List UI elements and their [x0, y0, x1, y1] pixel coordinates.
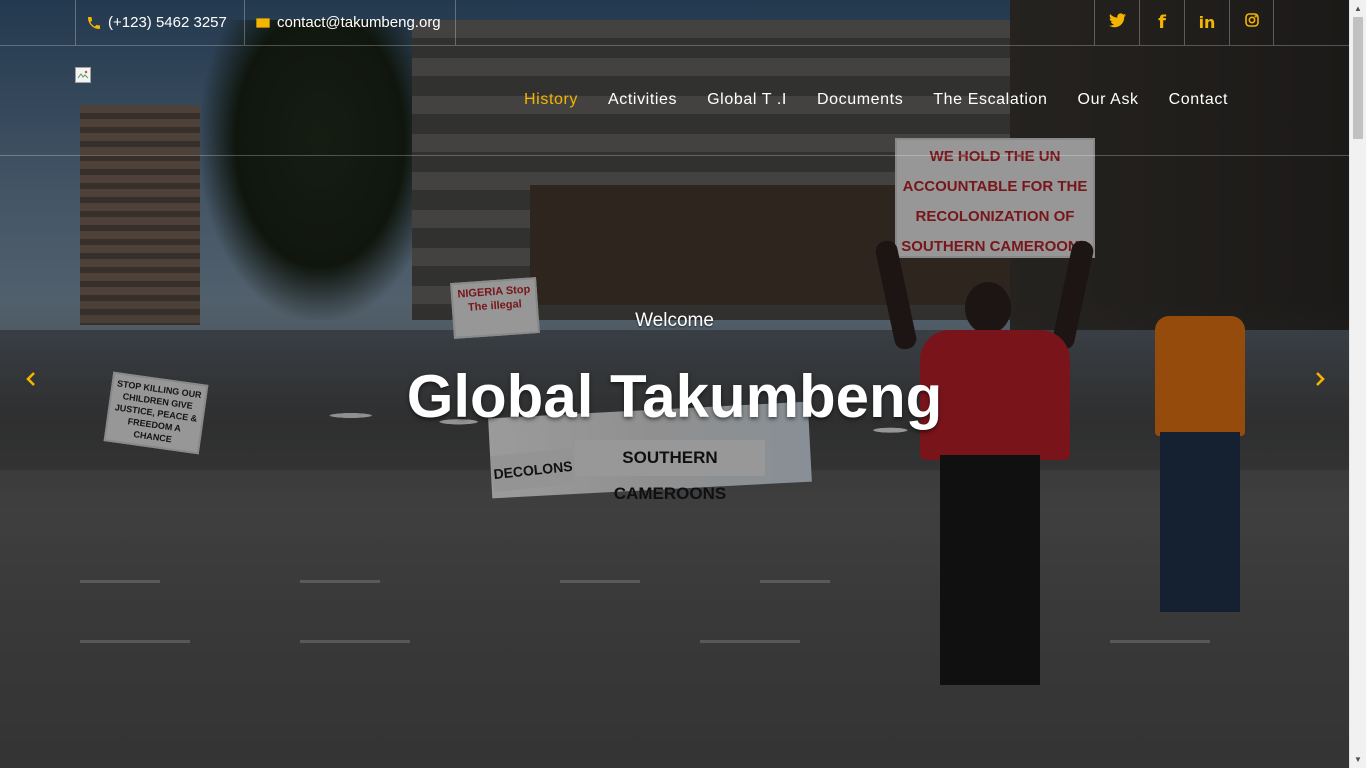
site-logo[interactable] [75, 67, 91, 83]
chevron-right-icon [1314, 367, 1326, 393]
scroll-up-arrow-icon[interactable]: ▲ [1350, 0, 1366, 17]
email-address: contact@takumbeng.org [277, 14, 441, 31]
phone-contact[interactable]: (+123) 5462 3257 [75, 0, 244, 45]
nav-item-global-ti[interactable]: Global T .I [692, 91, 802, 109]
nav-item-history[interactable]: History [509, 91, 593, 109]
nav-item-activities[interactable]: Activities [593, 91, 692, 109]
email-contact[interactable]: contact@takumbeng.org [244, 0, 456, 45]
nav-item-our-ask[interactable]: Our Ask [1063, 91, 1154, 109]
linkedin-icon: in [1198, 13, 1216, 32]
nav-menu: History Activities Global T .I Documents… [509, 45, 1243, 155]
instagram-icon [1244, 12, 1260, 33]
twitter-link[interactable] [1094, 0, 1139, 45]
facebook-link[interactable]: f [1139, 0, 1184, 45]
nav-item-documents[interactable]: Documents [802, 91, 918, 109]
nav-item-contact[interactable]: Contact [1154, 91, 1243, 109]
phone-number: (+123) 5462 3257 [108, 14, 227, 31]
scroll-thumb[interactable] [1353, 17, 1363, 139]
page-scrollbar[interactable]: ▲ ▼ [1349, 0, 1366, 768]
top-contact-bar: (+123) 5462 3257 contact@takumbeng.org f… [0, 0, 1349, 46]
hero-title: Global Takumbeng [406, 363, 943, 430]
facebook-icon: f [1158, 12, 1166, 33]
envelope-icon [255, 16, 271, 30]
carousel-prev-button[interactable] [19, 366, 43, 394]
linkedin-link[interactable]: in [1184, 0, 1229, 45]
scroll-down-arrow-icon[interactable]: ▼ [1350, 751, 1366, 768]
page-viewport: WE HOLD THE UN ACCOUNTABLE FOR THE RECOL… [0, 0, 1366, 768]
instagram-link[interactable] [1229, 0, 1274, 45]
twitter-icon [1108, 12, 1126, 33]
carousel-next-button[interactable] [1308, 366, 1332, 394]
phone-icon [86, 15, 102, 31]
chevron-left-icon [25, 367, 37, 393]
main-navbar: History Activities Global T .I Documents… [0, 45, 1349, 156]
nav-item-the-escalation[interactable]: The Escalation [918, 91, 1062, 109]
hero-welcome-text: Welcome [635, 310, 714, 331]
